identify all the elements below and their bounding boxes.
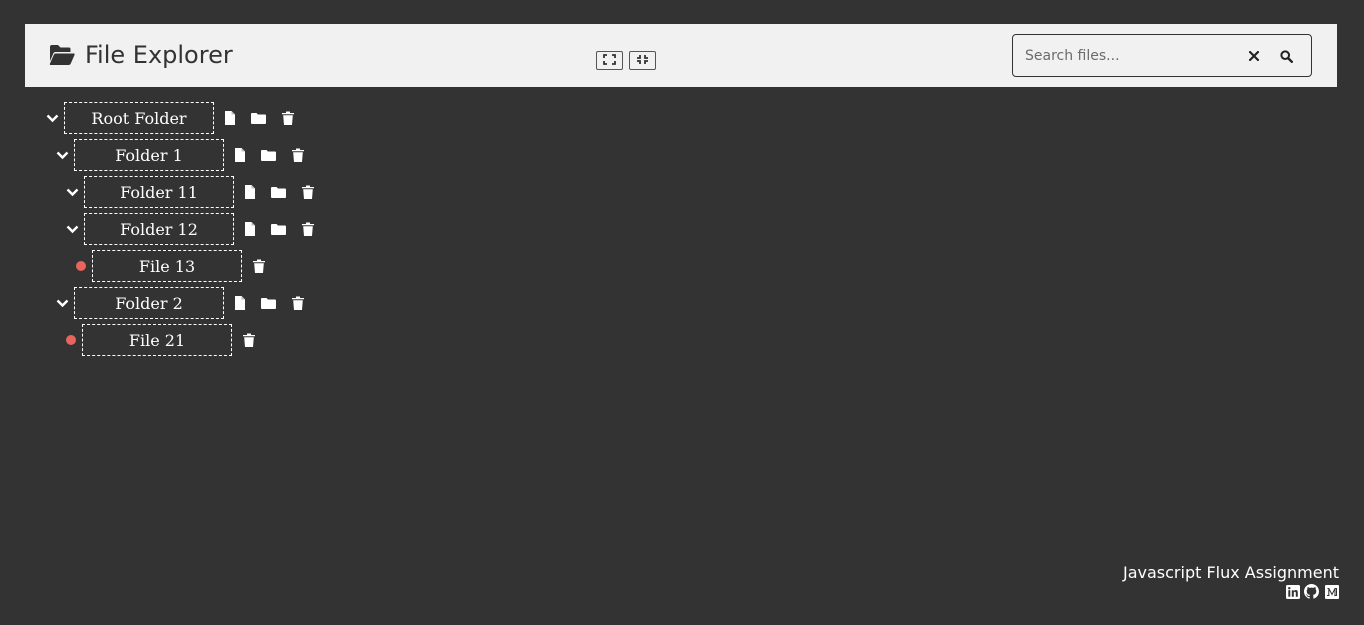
search-box: [1012, 34, 1312, 77]
expand-icon: [603, 53, 616, 68]
trash-icon[interactable]: [280, 110, 296, 126]
tree-item-label[interactable]: Folder 12: [84, 213, 234, 245]
chevron-down-icon[interactable]: [64, 222, 80, 236]
trash-icon[interactable]: [300, 184, 316, 200]
app-title-text: File Explorer: [85, 41, 233, 69]
tree-item-label[interactable]: Folder 1: [74, 139, 224, 171]
app-title: File Explorer: [49, 40, 233, 70]
trash-icon[interactable]: [290, 295, 306, 311]
file-icon[interactable]: [222, 110, 238, 126]
folder-icon[interactable]: [260, 147, 276, 163]
tree-item-label[interactable]: File 21: [82, 324, 232, 356]
file-icon[interactable]: [242, 184, 258, 200]
file-dot-icon: [66, 335, 76, 345]
folder-open-icon: [49, 44, 75, 66]
file-icon[interactable]: [242, 221, 258, 237]
header-bar: File Explorer: [25, 24, 1337, 87]
chevron-down-icon[interactable]: [54, 296, 70, 310]
tree-item-label[interactable]: Folder 11: [84, 176, 234, 208]
folder-icon[interactable]: [270, 221, 286, 237]
file-icon[interactable]: [232, 295, 248, 311]
tree-item-label[interactable]: Folder 2: [74, 287, 224, 319]
search-input[interactable]: [1013, 35, 1233, 76]
trash-icon[interactable]: [300, 221, 316, 237]
expand-all-button[interactable]: [596, 51, 623, 70]
folder-icon[interactable]: [250, 110, 266, 126]
compress-icon: [636, 53, 649, 68]
tree-item-label[interactable]: File 13: [92, 250, 242, 282]
linkedin-icon[interactable]: [1285, 584, 1300, 599]
collapse-all-button[interactable]: [629, 51, 656, 70]
chevron-down-icon[interactable]: [44, 111, 60, 125]
trash-icon[interactable]: [251, 258, 267, 274]
footer-text: Javascript Flux Assignment: [1122, 563, 1339, 582]
chevron-down-icon[interactable]: [64, 185, 80, 199]
folder-icon[interactable]: [260, 295, 276, 311]
github-icon[interactable]: [1304, 584, 1319, 599]
tree-item-label[interactable]: Root Folder: [64, 102, 214, 134]
search-icon[interactable]: [1275, 45, 1297, 67]
trash-icon[interactable]: [290, 147, 306, 163]
close-icon[interactable]: [1243, 45, 1265, 67]
file-dot-icon: [76, 261, 86, 271]
trash-icon[interactable]: [241, 332, 257, 348]
file-icon[interactable]: [232, 147, 248, 163]
medium-icon[interactable]: [1324, 584, 1339, 599]
chevron-down-icon[interactable]: [54, 148, 70, 162]
folder-icon[interactable]: [270, 184, 286, 200]
